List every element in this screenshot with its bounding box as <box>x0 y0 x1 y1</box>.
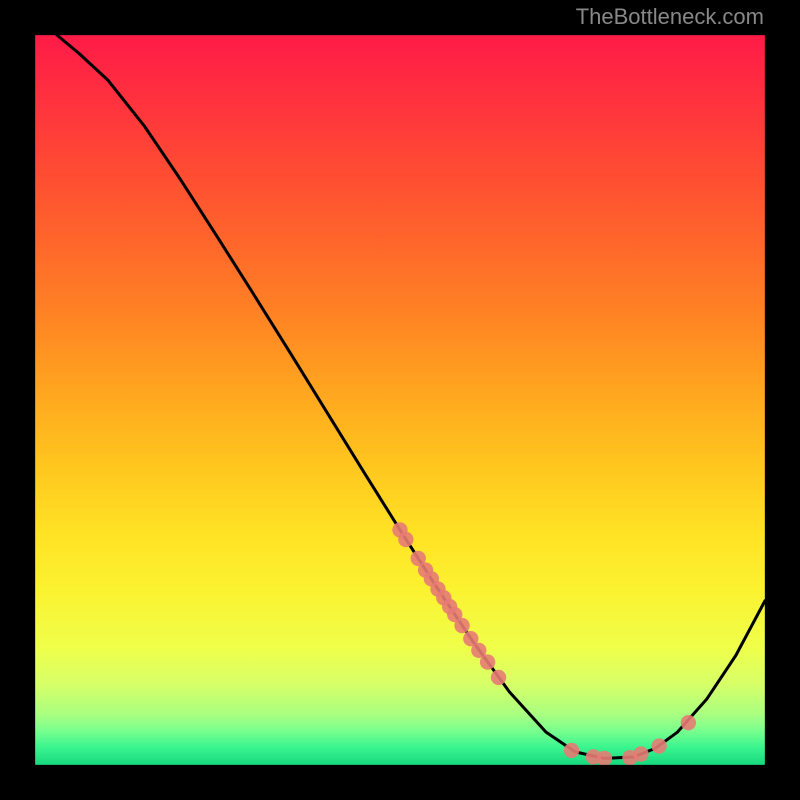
plot-area <box>35 35 765 765</box>
plot-border <box>35 35 765 765</box>
chart-container: TheBottleneck.com <box>0 0 800 800</box>
attribution-text: TheBottleneck.com <box>576 4 764 30</box>
